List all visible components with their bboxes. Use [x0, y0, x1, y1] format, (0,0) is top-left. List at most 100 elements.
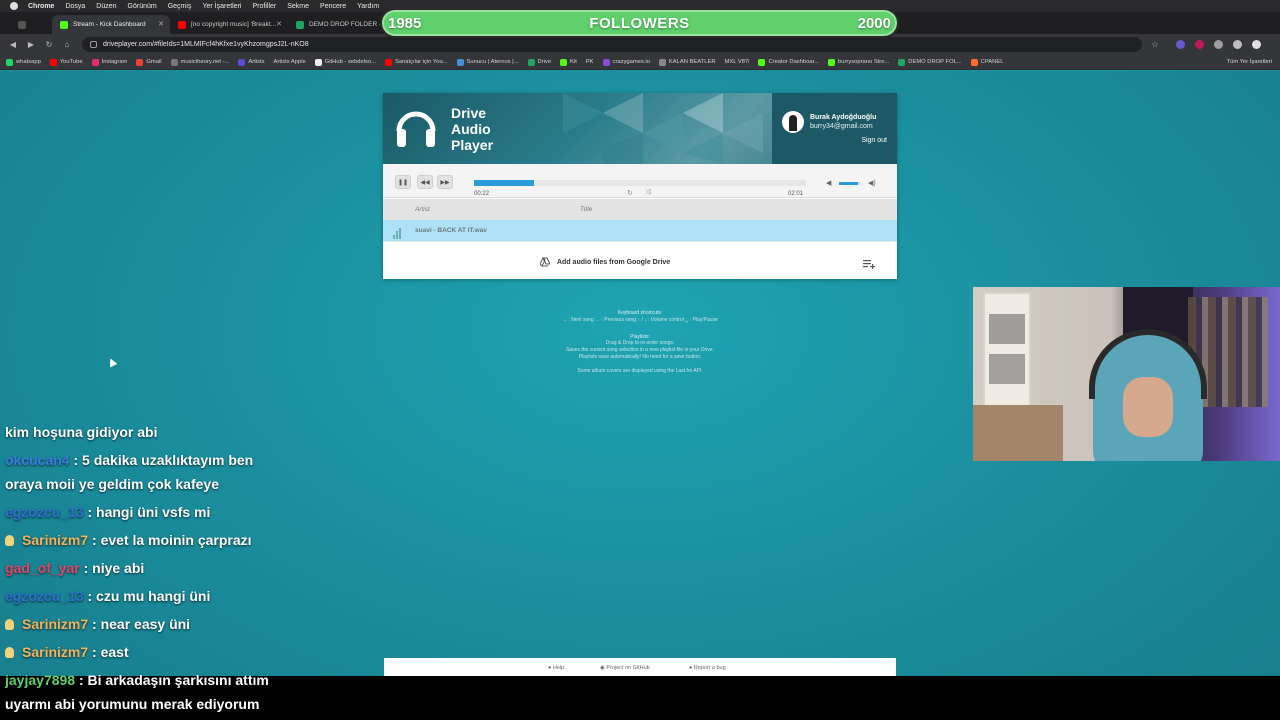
- repeat-icon[interactable]: ↻: [627, 189, 633, 197]
- menu-gorunum[interactable]: Görünüm: [128, 3, 157, 10]
- bookmark-demo-drop[interactable]: DEMO DROP FOL...: [898, 58, 962, 66]
- chat-username: egzozcu_13: [5, 588, 84, 604]
- bookmark-drive[interactable]: Drive: [527, 58, 551, 66]
- bookmark-artists-apple[interactable]: Artists Apple: [274, 59, 306, 65]
- volume-low-icon[interactable]: ◀: [826, 179, 831, 187]
- folder-icon: [658, 58, 666, 66]
- progress-bar[interactable]: [474, 180, 806, 186]
- shuffle-icon[interactable]: ⤨: [645, 189, 651, 197]
- bookmark-youtube[interactable]: YouTube: [49, 58, 83, 66]
- forward-icon[interactable]: ▶: [24, 38, 38, 52]
- menu-sekme[interactable]: Sekme: [287, 3, 309, 10]
- sign-out-link[interactable]: Sign out: [861, 137, 887, 144]
- report-bug-link[interactable]: ● Report a bug: [689, 665, 726, 671]
- column-artist[interactable]: Artist: [415, 206, 430, 213]
- tab-youtube[interactable]: [no copyright music] 'Breakt... ✕: [170, 15, 288, 34]
- drive-icon: [527, 58, 535, 66]
- bookmark-github[interactable]: GitHub - sebdelso...: [314, 58, 376, 66]
- bookmark-artists[interactable]: Artists: [238, 58, 265, 66]
- bookmark-musictheory[interactable]: musictheory.net -...: [170, 58, 229, 66]
- cpanel-icon: [970, 58, 978, 66]
- chat-username: gad_of_yar: [5, 560, 80, 576]
- youtube-icon: [49, 58, 57, 66]
- address-bar[interactable]: driveplayer.com/#fileIds=1MLMIFcf4hKfxe1…: [82, 37, 1142, 52]
- webcam-feed: [973, 287, 1280, 461]
- youtube-icon: [384, 58, 392, 66]
- pause-button[interactable]: ❚❚: [395, 175, 411, 189]
- whatsapp-icon: [6, 58, 13, 66]
- profile-icon[interactable]: [1252, 40, 1261, 49]
- avatar: [782, 111, 804, 133]
- tab-favicon: [18, 20, 26, 29]
- menu-gecmis[interactable]: Geçmiş: [168, 3, 192, 10]
- now-playing-icon: [393, 227, 405, 239]
- github-link[interactable]: ◉ Project on GitHub: [600, 665, 650, 671]
- bookmark-gmail[interactable]: Gmail: [136, 58, 162, 66]
- close-icon[interactable]: ✕: [158, 20, 164, 28]
- column-title[interactable]: Title: [580, 206, 592, 213]
- bookmark-sanatcilar[interactable]: Sanatçılar için You...: [384, 58, 448, 66]
- shortcuts-title: Keyboard shortcuts:: [617, 310, 663, 316]
- menu-chrome[interactable]: Chrome: [28, 3, 54, 10]
- next-button[interactable]: ▶▶: [437, 175, 453, 189]
- album-covers-note: Some album covers are displayed using th…: [577, 367, 703, 374]
- bookmark-mxl[interactable]: MXL V87i: [725, 59, 750, 65]
- star-icon[interactable]: ☆: [1148, 38, 1162, 52]
- bookmarks-bar: whatsapp YouTube Instagram Gmail musicth…: [0, 55, 1280, 70]
- bookmark-crazygames[interactable]: crazygames.io: [602, 58, 650, 66]
- player-controls: ❚❚ ◀◀ ▶▶ 00:22 ↻ ⤨ 02:01 ◀ ◀): [383, 164, 897, 198]
- back-icon[interactable]: ◀: [6, 38, 20, 52]
- add-files-button[interactable]: Add audio files from Google Drive: [557, 259, 670, 266]
- chat-message: okcucan4 : 5 dakika uzaklıktayım ben: [5, 452, 254, 468]
- volume-high-icon[interactable]: ◀): [868, 179, 876, 187]
- menu-dosya[interactable]: Dosya: [65, 3, 85, 10]
- menu-pencere[interactable]: Pencere: [320, 3, 346, 10]
- chat-message: gad_of_yar : niye abi: [5, 560, 145, 576]
- volume-fill: [839, 182, 858, 185]
- help-link[interactable]: ● Help: [548, 665, 564, 671]
- bookmark-pk[interactable]: PK: [586, 59, 594, 65]
- volume-slider[interactable]: [839, 182, 861, 185]
- menu-yer-isaretleri[interactable]: Yer İşaretleri: [202, 3, 241, 10]
- followers-current: 1985: [388, 14, 422, 32]
- chat-username: Sarinizm7: [22, 532, 89, 548]
- site-info-icon[interactable]: [90, 41, 97, 48]
- all-bookmarks[interactable]: Tüm Yer İşaretleri: [1227, 59, 1272, 65]
- bookmark-aternos[interactable]: Sunucu | Aternos |...: [456, 58, 519, 66]
- bookmark-instagram[interactable]: Instagram: [91, 58, 127, 66]
- home-icon[interactable]: ⌂: [60, 38, 74, 52]
- bookmark-creator-dashboard[interactable]: Creator Dashboar...: [758, 58, 819, 66]
- extension-icon[interactable]: [1195, 40, 1204, 49]
- playlists-line-2: Saves the current song selection in a ne…: [566, 347, 714, 354]
- reload-icon[interactable]: ↻: [42, 38, 56, 52]
- chat-username: jayjay7898: [5, 672, 76, 688]
- apple-icon[interactable]: [10, 2, 18, 10]
- lightbulb-badge-icon: [5, 619, 14, 630]
- kick-icon: [828, 58, 836, 66]
- kick-icon: [758, 58, 766, 66]
- close-icon[interactable]: ✕: [276, 20, 282, 28]
- menu-profiller[interactable]: Profiller: [253, 3, 277, 10]
- tab-kick-dashboard[interactable]: Stream - Kick Dashboard ✕: [52, 15, 170, 34]
- tab-pinned[interactable]: [10, 15, 52, 34]
- chat-username: okcucan4: [5, 452, 70, 468]
- previous-button[interactable]: ◀◀: [417, 175, 433, 189]
- bookmark-whatsapp[interactable]: whatsapp: [6, 58, 41, 66]
- shortcuts-text: → : Next song ← : Previous song ↑ / ↓ : …: [562, 316, 718, 323]
- playlist-add-icon[interactable]: [863, 259, 875, 269]
- url-text: driveplayer.com/#fileIds=1MLMIFcf4hKfxe1…: [103, 41, 309, 48]
- track-row[interactable]: suavi - BACK AT IT.wav: [383, 220, 897, 241]
- menu-duzen[interactable]: Düzen: [96, 3, 116, 10]
- bookmark-burrysoprano[interactable]: burrysoprano Stre...: [828, 58, 889, 66]
- bookmark-kalan-beatler[interactable]: KALAN BEATLER: [658, 58, 716, 66]
- chat-username: Sarinizm7: [22, 644, 89, 660]
- bookmark-cpanel[interactable]: CPANEL: [970, 58, 1003, 66]
- bookmark-kit[interactable]: Kit: [560, 58, 577, 66]
- menu-yardim[interactable]: Yardım: [357, 3, 379, 10]
- help-text: Keyboard shortcuts: → : Next song ← : Pr…: [440, 310, 840, 375]
- kick-icon: [60, 20, 68, 29]
- playlist-header: Artist Title: [383, 199, 897, 220]
- extension-icon[interactable]: [1214, 40, 1223, 49]
- extension-icon[interactable]: [1176, 40, 1185, 49]
- extensions-puzzle-icon[interactable]: [1233, 40, 1242, 49]
